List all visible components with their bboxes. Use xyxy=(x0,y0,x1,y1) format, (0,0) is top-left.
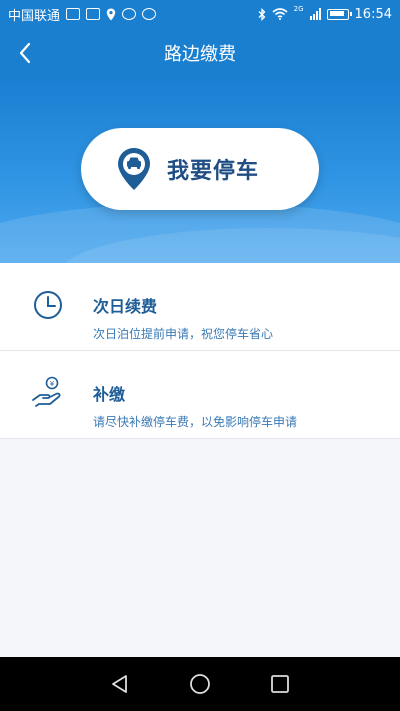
list-item-subtitle: 次日泊位提前申请，祝您停车省心 xyxy=(93,327,274,341)
system-nav-bar xyxy=(0,657,400,711)
list-item-title: 次日续费 xyxy=(93,297,158,316)
start-parking-button[interactable]: 我要停车 xyxy=(81,128,319,210)
list-item-text: 次日续费 次日泊位提前申请，祝您停车省心 xyxy=(93,293,273,342)
image-icon xyxy=(66,8,81,20)
bluetooth-icon xyxy=(258,7,266,21)
chevron-left-icon xyxy=(19,42,31,64)
start-parking-label: 我要停车 xyxy=(167,159,260,184)
list-item-title: 补缴 xyxy=(93,385,126,404)
clock-icon xyxy=(34,291,62,319)
hand-coin-icon: ¥ xyxy=(32,376,61,407)
clock-time: 16:54 xyxy=(354,6,392,22)
home-circle-icon xyxy=(190,674,210,694)
status-bar: 中国联通 2G 16:54 xyxy=(0,0,400,28)
recents-square-icon xyxy=(271,675,289,693)
car-location-pin-icon xyxy=(118,148,150,190)
back-triangle-icon xyxy=(112,675,127,693)
option-list: 次日续费 次日泊位提前申请，祝您停车省心 ¥ 补缴 请尽快补缴停车费，以免影响停… xyxy=(0,263,400,439)
list-item-subtitle: 请尽快补缴停车费，以免影响停车申请 xyxy=(93,415,298,429)
list-item-next-day-renewal[interactable]: 次日续费 次日泊位提前申请，祝您停车省心 xyxy=(0,263,400,351)
nav-bar: 路边缴费 xyxy=(0,28,400,78)
list-item-back-payment[interactable]: ¥ 补缴 请尽快补缴停车费，以免影响停车申请 xyxy=(0,351,400,439)
status-left: 中国联通 xyxy=(8,5,157,24)
list-item-text: 补缴 请尽快补缴停车费，以免影响停车申请 xyxy=(93,381,297,430)
hero-banner: 我要停车 xyxy=(0,78,400,263)
system-home-button[interactable] xyxy=(188,672,212,696)
back-button[interactable] xyxy=(12,40,38,66)
system-back-button[interactable] xyxy=(108,672,132,696)
status-right: 2G 16:54 xyxy=(258,5,392,22)
app-icon xyxy=(122,8,137,20)
carrier-label: 中国联通 xyxy=(8,8,61,24)
network-type-label: 2G xyxy=(293,5,304,13)
notification-icon xyxy=(86,8,101,20)
location-icon xyxy=(106,8,116,20)
message-icon xyxy=(142,8,157,20)
signal-icon xyxy=(309,8,321,20)
svg-text:¥: ¥ xyxy=(50,380,55,388)
system-recents-button[interactable] xyxy=(268,672,292,696)
page-title: 路边缴费 xyxy=(164,44,236,65)
wifi-icon xyxy=(272,8,288,20)
battery-icon xyxy=(326,8,352,20)
